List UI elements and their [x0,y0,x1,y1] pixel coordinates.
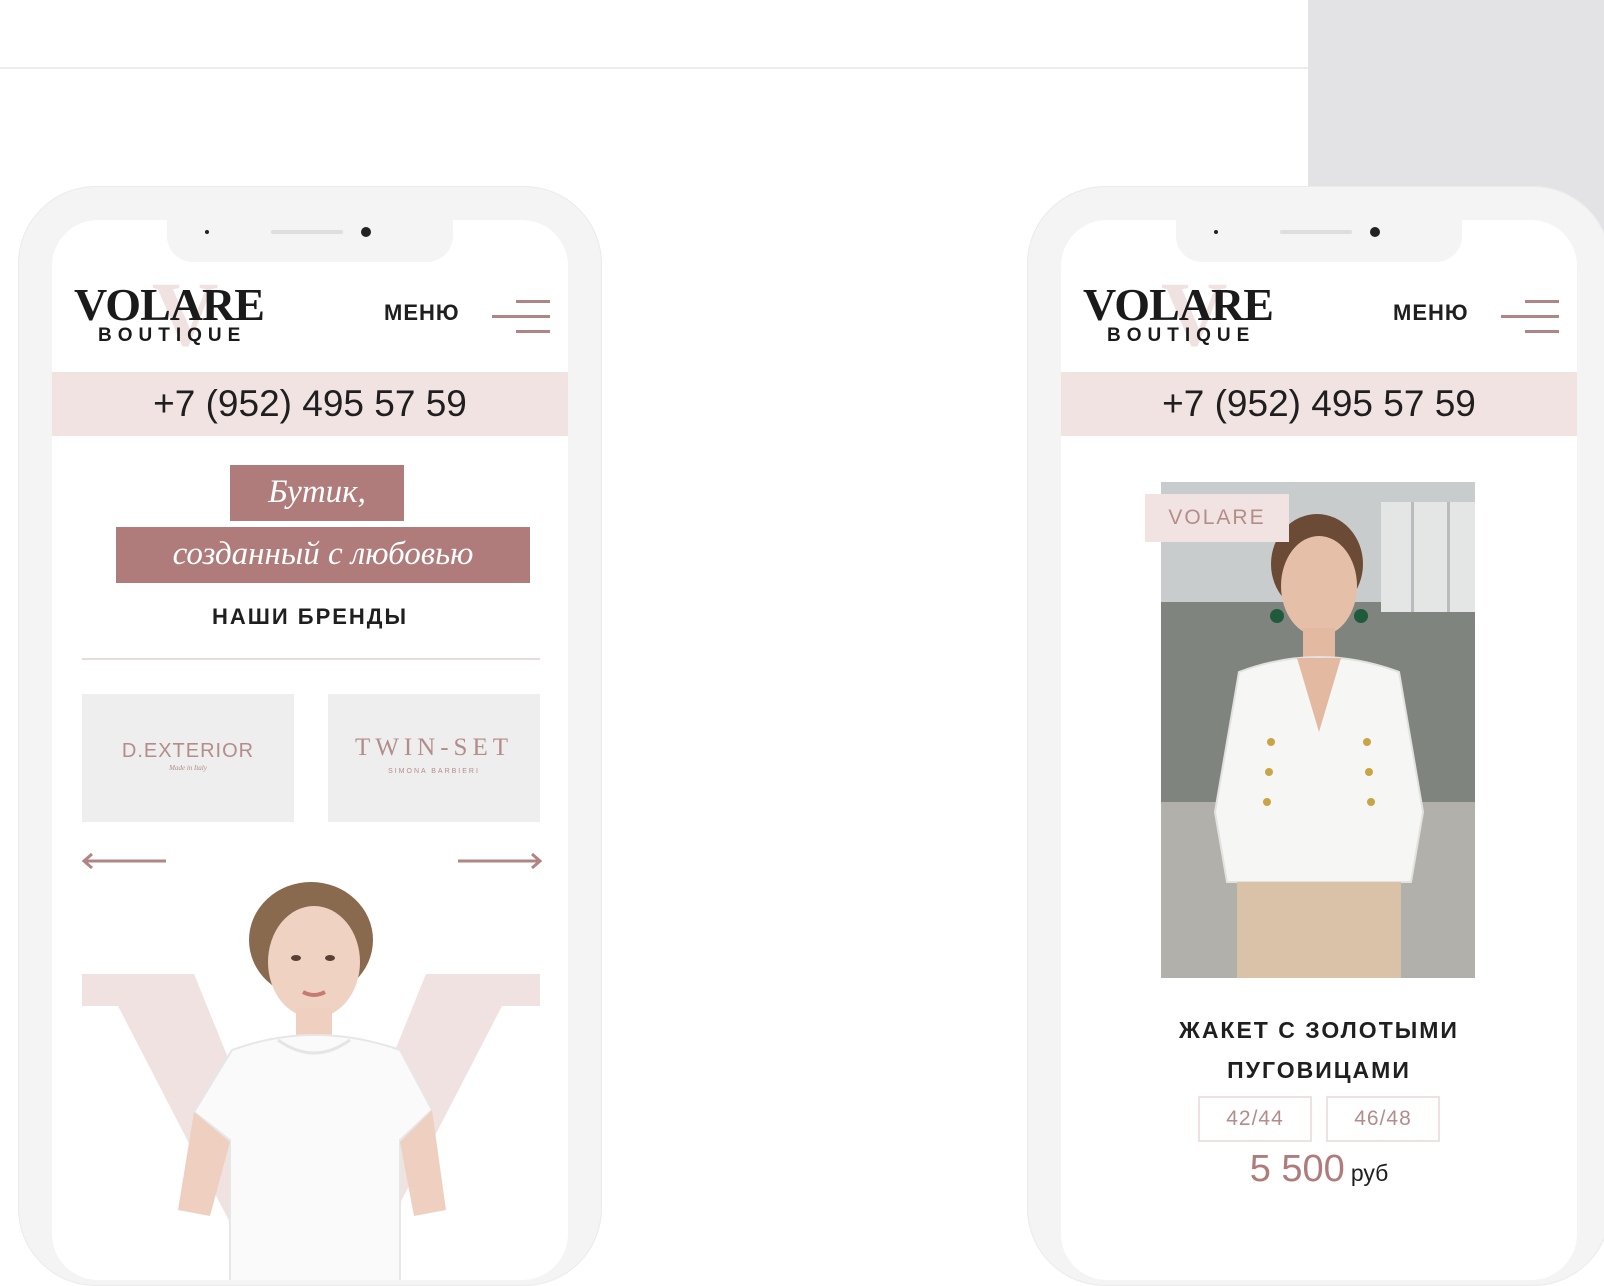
brands-divider [82,658,540,660]
brand-name: TWIN-SET [354,734,514,761]
size-option-42-44[interactable]: 42/44 [1198,1096,1312,1142]
phone-number[interactable]: +7 (952) 495 57 59 [52,372,568,436]
logo-subtitle: BOUTIQUE [1107,325,1256,346]
price-value: 5 500 [1249,1148,1345,1190]
product-brand-badge: VOLARE [1145,494,1289,542]
logo-wordmark: VOLARE [74,279,265,330]
hero-heading-line1: Бутик, [230,465,404,521]
hero-heading-line2: созданный с любовью [116,527,530,583]
phone-number[interactable]: +7 (952) 495 57 59 [1061,372,1577,436]
brand-tagline: Made in Italy [169,764,207,772]
phone-notch [1176,220,1462,262]
model-photo-white-top [82,880,540,1280]
sensor-dot [1214,230,1218,234]
front-camera [1370,227,1380,237]
speaker-grille [271,230,343,234]
price-currency: руб [1350,1160,1389,1186]
phone-mockup-home: V VOLARE BOUTIQUE МЕНЮ +7 (952) 495 57 5… [18,186,602,1286]
volare-logo[interactable]: V VOLARE BOUTIQUE [74,268,304,360]
phone-mockup-product: V VOLARE BOUTIQUE МЕНЮ +7 (952) 495 57 5… [1027,186,1604,1286]
arrow-right-icon[interactable] [456,853,542,869]
brand-card-twin-set[interactable]: TWIN-SET SIMONA BARBIERI [328,694,540,822]
logo-subtitle: BOUTIQUE [98,325,247,346]
brand-name: D.EXTERIOR [121,740,255,762]
brands-section-title: НАШИ БРЕНДЫ [211,604,409,629]
contact-phone-bar[interactable]: +7 (952) 495 57 59 [52,372,568,436]
sensor-dot [205,230,209,234]
hamburger-menu-icon[interactable] [1501,298,1559,334]
product-photo-white-jacket[interactable] [1161,482,1475,978]
product-title-line1: ЖАКЕТ С ЗОЛОТЫМИ [1179,1017,1459,1043]
size-option-46-48[interactable]: 46/48 [1326,1096,1440,1142]
phone-notch [167,220,453,262]
phone-screen: V VOLARE BOUTIQUE МЕНЮ +7 (952) 495 57 5… [52,220,568,1280]
menu-label[interactable]: МЕНЮ [1393,300,1469,326]
volare-logo[interactable]: V VOLARE BOUTIQUE [1083,268,1313,360]
contact-phone-bar[interactable]: +7 (952) 495 57 59 [1061,372,1577,436]
front-camera [361,227,371,237]
product-title-line2: ПУГОВИЦАМИ [1227,1057,1411,1083]
logo-wordmark: VOLARE [1083,279,1274,330]
menu-label[interactable]: МЕНЮ [384,300,460,326]
hamburger-menu-icon[interactable] [492,298,550,334]
brand-tagline: SIMONA BARBIERI [388,768,480,775]
arrow-left-icon[interactable] [82,853,168,869]
product-price: 5 500 руб [1061,1148,1577,1191]
speaker-grille [1280,230,1352,234]
phone-screen: V VOLARE BOUTIQUE МЕНЮ +7 (952) 495 57 5… [1061,220,1577,1280]
top-divider [0,67,1310,69]
brand-card-d-exterior[interactable]: D.EXTERIOR Made in Italy [82,694,294,822]
product-title[interactable]: ЖАКЕТ С ЗОЛОТЫМИ ПУГОВИЦАМИ [1061,1010,1577,1090]
